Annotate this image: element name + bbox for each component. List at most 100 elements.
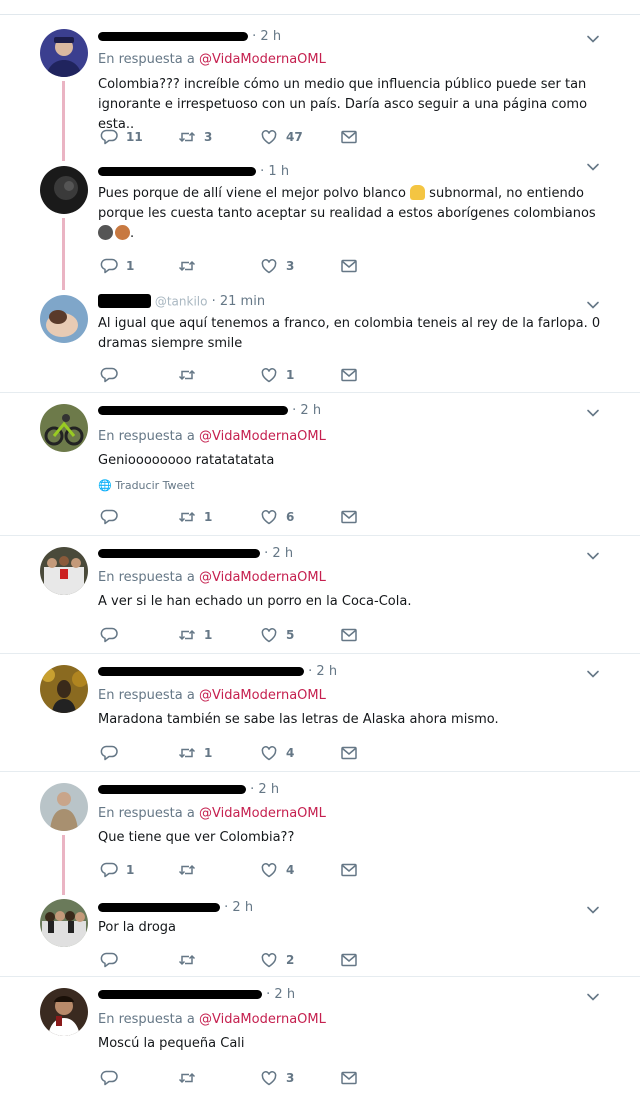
avatar[interactable] (40, 783, 88, 831)
like-button[interactable]: 4 (260, 861, 294, 879)
tweet-time[interactable]: 2 h (272, 546, 293, 561)
tweet-time[interactable]: 1 h (268, 164, 289, 179)
tweet-7[interactable]: · 2 h En respuesta a @VidaModernaOML Que… (0, 772, 640, 895)
direct-message-button[interactable] (340, 1069, 358, 1087)
tweet-5[interactable]: · 2 h En respuesta a @VidaModernaOML A v… (0, 536, 640, 653)
avatar[interactable] (40, 29, 88, 77)
direct-message-button[interactable] (340, 861, 358, 879)
thread-line (62, 835, 65, 895)
tweet-time[interactable]: 2 h (300, 403, 321, 418)
redacted-username[interactable] (98, 167, 256, 176)
direct-message-icon (340, 128, 358, 146)
avatar[interactable] (40, 295, 88, 343)
tweet-3[interactable]: Yankilo @tankilo · 21 min Al igual que a… (0, 282, 640, 392)
direct-message-button[interactable] (340, 508, 358, 526)
user-handle[interactable]: @tankilo (155, 295, 208, 309)
tweet-time[interactable]: 2 h (232, 900, 253, 915)
direct-message-button[interactable] (340, 257, 358, 275)
retweet-button[interactable] (178, 257, 204, 275)
avatar[interactable] (40, 404, 88, 452)
tweet-time[interactable]: 2 h (258, 782, 279, 797)
like-button[interactable]: 1 (260, 366, 294, 384)
reply-handle-link[interactable]: @VidaModernaOML (199, 688, 326, 703)
redacted-username[interactable] (98, 549, 260, 558)
translate-tweet-link[interactable]: 🌐 Traducir Tweet (98, 479, 194, 492)
chevron-down-icon[interactable] (586, 990, 600, 1004)
reply-button[interactable] (100, 1069, 126, 1087)
avatar[interactable] (40, 665, 88, 713)
avatar[interactable] (40, 988, 88, 1036)
like-icon (260, 1069, 278, 1087)
reply-handle-link[interactable]: @VidaModernaOML (199, 429, 326, 444)
reply-button[interactable]: 1 (100, 257, 134, 275)
chevron-down-icon[interactable] (586, 549, 600, 563)
redacted-username[interactable] (98, 990, 262, 999)
like-button[interactable]: 5 (260, 626, 294, 644)
retweet-button[interactable]: 1 (178, 508, 212, 526)
reply-count: 11 (126, 130, 143, 144)
tweet-2[interactable]: · 1 h Pues porque de allí viene el mejor… (0, 150, 640, 290)
reply-button[interactable] (100, 744, 126, 762)
tweet-9[interactable]: · 2 h En respuesta a @VidaModernaOML Mos… (0, 977, 640, 1095)
chevron-down-icon[interactable] (586, 160, 600, 174)
reply-handle-link[interactable]: @VidaModernaOML (199, 52, 326, 67)
like-button[interactable]: 6 (260, 508, 294, 526)
like-button[interactable]: 4 (260, 744, 294, 762)
like-button[interactable]: 3 (260, 1069, 294, 1087)
chevron-down-icon[interactable] (586, 406, 600, 420)
display-name[interactable]: Yankilo (98, 294, 151, 308)
tweet-actions: 1 5 (100, 626, 380, 644)
redacted-username[interactable] (98, 406, 288, 415)
like-icon (260, 257, 278, 275)
chevron-down-icon[interactable] (586, 32, 600, 46)
reply-button[interactable]: 11 (100, 128, 143, 146)
redacted-username[interactable] (98, 785, 246, 794)
like-button[interactable]: 2 (260, 951, 294, 969)
avatar[interactable] (40, 547, 88, 595)
like-button[interactable]: 3 (260, 257, 294, 275)
direct-message-button[interactable] (340, 128, 358, 146)
tweet-text: Moscú la pequeña Cali (98, 1036, 245, 1051)
tweet-text: A ver si le han echado un porro en la Co… (98, 594, 412, 609)
reply-button[interactable] (100, 366, 126, 384)
direct-message-button[interactable] (340, 951, 358, 969)
reply-handle-link[interactable]: @VidaModernaOML (199, 570, 326, 585)
tweet-time[interactable]: 21 min (220, 294, 265, 309)
retweet-button[interactable] (178, 1069, 204, 1087)
tweet-6[interactable]: · 2 h En respuesta a @VidaModernaOML Mar… (0, 654, 640, 771)
tweet-8[interactable]: · 2 h Por la droga 2 (0, 888, 640, 976)
tweet-actions: 1 4 (100, 744, 380, 762)
redacted-username[interactable] (98, 903, 220, 912)
redacted-username[interactable] (98, 32, 248, 41)
retweet-button[interactable]: 1 (178, 626, 212, 644)
tweet-time[interactable]: 2 h (274, 987, 295, 1002)
tweet-time[interactable]: 2 h (316, 664, 337, 679)
chevron-down-icon[interactable] (586, 667, 600, 681)
reply-button[interactable]: 1 (100, 861, 134, 879)
chevron-down-icon[interactable] (586, 298, 600, 312)
reply-button[interactable] (100, 508, 126, 526)
retweet-button[interactable]: 1 (178, 744, 212, 762)
reply-button[interactable] (100, 626, 126, 644)
direct-message-button[interactable] (340, 744, 358, 762)
reply-handle-link[interactable]: @VidaModernaOML (199, 1012, 326, 1027)
direct-message-button[interactable] (340, 626, 358, 644)
like-button[interactable]: 47 (260, 128, 303, 146)
tweet-time[interactable]: 2 h (260, 29, 281, 44)
retweet-button[interactable] (178, 366, 204, 384)
retweet-button[interactable] (178, 951, 204, 969)
retweet-icon (178, 257, 196, 275)
reply-handle-link[interactable]: @VidaModernaOML (199, 806, 326, 821)
chevron-down-icon[interactable] (586, 903, 600, 917)
redacted-username[interactable] (98, 667, 304, 676)
like-icon (260, 951, 278, 969)
retweet-button[interactable]: 3 (178, 128, 212, 146)
retweet-button[interactable] (178, 861, 204, 879)
tweet-4[interactable]: · 2 h En respuesta a @VidaModernaOML Gen… (0, 393, 640, 535)
reply-button[interactable] (100, 951, 126, 969)
avatar[interactable] (40, 899, 88, 947)
tweet-1[interactable]: · 2 h En respuesta a @VidaModernaOML Col… (0, 15, 640, 161)
avatar[interactable] (40, 166, 88, 214)
retweet-icon (178, 366, 196, 384)
direct-message-button[interactable] (340, 366, 358, 384)
